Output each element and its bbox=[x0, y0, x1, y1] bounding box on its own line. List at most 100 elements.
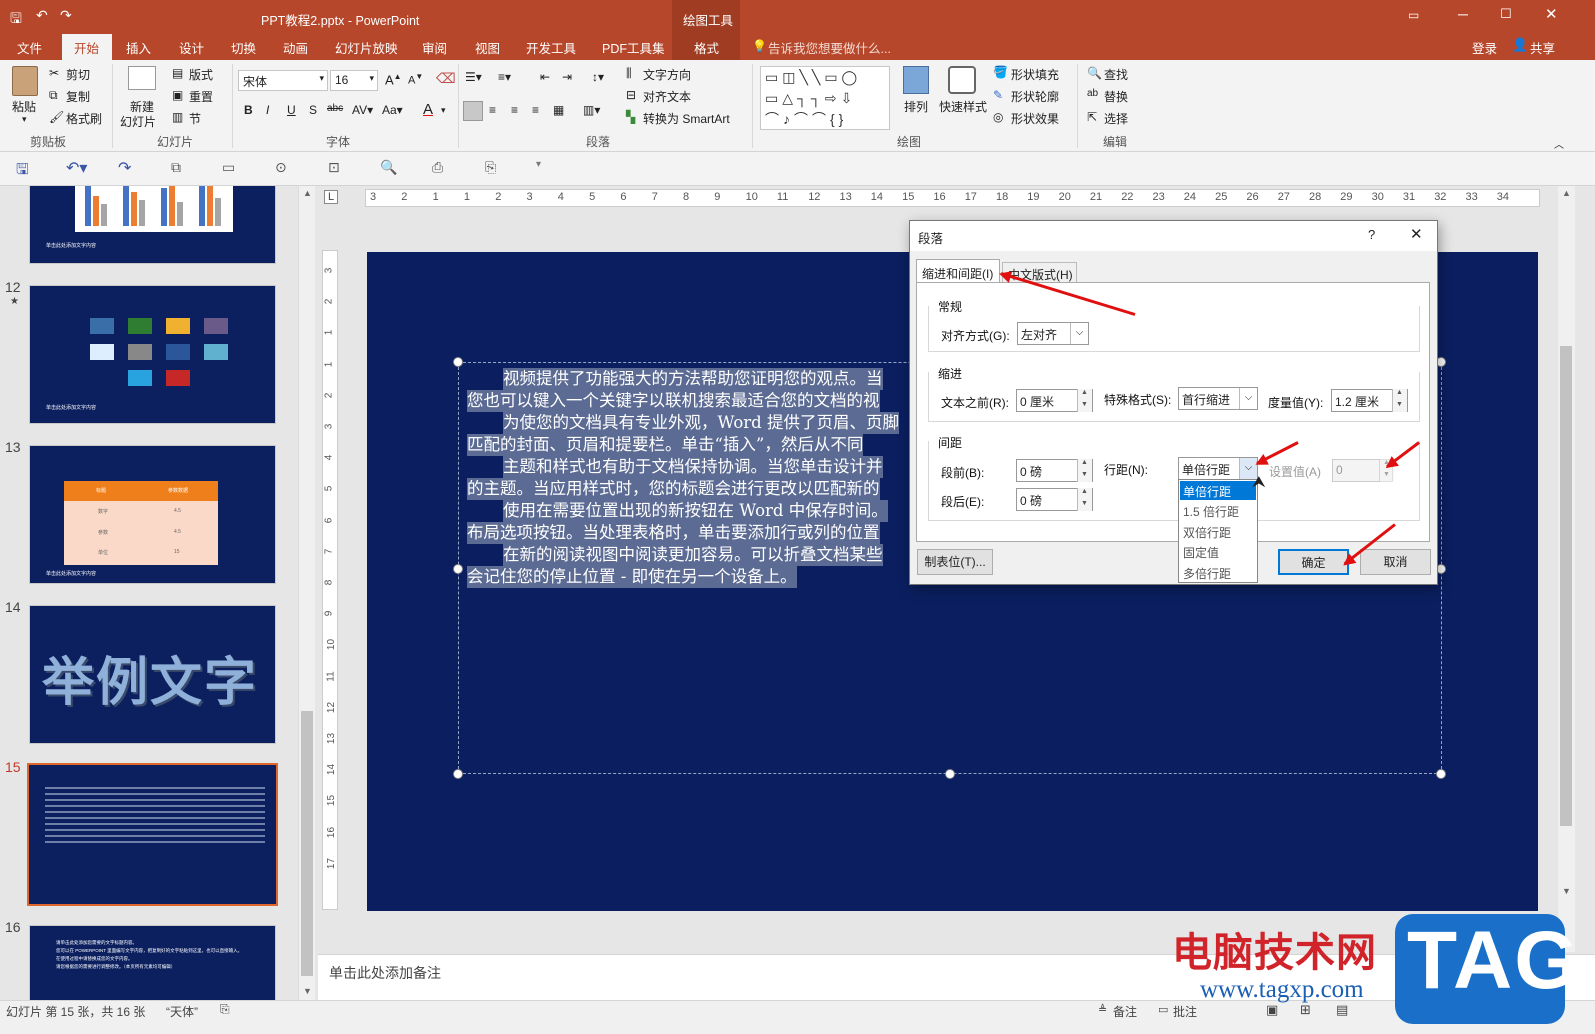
new-slide-icon[interactable] bbox=[128, 66, 156, 90]
slide-text-line[interactable]: 为使您的文档具有专业外观，Word 提供了页眉、页脚 bbox=[503, 412, 899, 434]
tab-design[interactable]: 设计 bbox=[179, 38, 204, 57]
scrollbar-thumb[interactable] bbox=[301, 711, 313, 976]
close-icon[interactable]: ✕ bbox=[1545, 5, 1558, 23]
slide-thumbnail-15-selected[interactable] bbox=[27, 763, 278, 906]
justify-icon[interactable]: ≡ bbox=[532, 103, 539, 117]
paste-icon[interactable] bbox=[12, 66, 38, 96]
slide-thumbnail-13[interactable]: 标题 参数数据 数字 4.5 参数 4.5 单位 15 单击此处添加文字内容 bbox=[29, 445, 276, 584]
tab-slideshow[interactable]: 幻灯片放映 bbox=[335, 38, 398, 57]
editor-scrollbar[interactable]: ▲ ▼ bbox=[1558, 186, 1575, 952]
slide-thumbnail-11[interactable]: 单击此处添加文字内容 bbox=[29, 186, 276, 264]
scroll-up-icon[interactable]: ▲ bbox=[1562, 188, 1571, 198]
redo-icon[interactable]: ↷ bbox=[60, 7, 72, 24]
tab-file[interactable]: 文件 bbox=[17, 38, 42, 57]
strikethrough-icon[interactable]: abc bbox=[327, 103, 343, 114]
align-left-icon[interactable] bbox=[463, 101, 483, 121]
resize-handle[interactable] bbox=[453, 357, 463, 367]
ok-button[interactable]: 确定 bbox=[1278, 549, 1349, 575]
smartart-button[interactable]: 转换为 SmartArt bbox=[643, 110, 730, 127]
after-spacing-spinner[interactable] bbox=[1077, 488, 1092, 511]
bullets-icon[interactable]: ☰▾ bbox=[465, 70, 482, 84]
customize-qat-icon[interactable]: ▾ bbox=[536, 159, 541, 170]
slide-text-line[interactable]: 布局选项按钮。当处理表格时，单击要添加行或列的位置 bbox=[467, 522, 880, 544]
minimize-icon[interactable]: ─ bbox=[1458, 6, 1468, 22]
new-slide-label-2[interactable]: 幻灯片 bbox=[120, 113, 156, 130]
font-color-dropdown-icon[interactable]: ▾ bbox=[441, 105, 446, 116]
select-button[interactable]: 选择 bbox=[1104, 110, 1128, 127]
notes-placeholder[interactable]: 单击此处添加备注 bbox=[329, 963, 441, 983]
copy-button[interactable]: 复制 bbox=[66, 88, 90, 105]
quick-styles-button[interactable]: 快速样式 bbox=[939, 98, 987, 115]
underline-icon[interactable]: U bbox=[287, 103, 296, 117]
line-spacing-option-single[interactable]: 单倍行距 bbox=[1180, 481, 1256, 500]
undo-icon[interactable]: ↶ bbox=[36, 7, 48, 24]
numbering-icon[interactable]: ≡▾ bbox=[498, 70, 511, 84]
cut-button[interactable]: 剪切 bbox=[66, 66, 90, 83]
share-button[interactable]: 共享 bbox=[1530, 38, 1555, 57]
by-spinner[interactable] bbox=[1392, 389, 1407, 412]
tab-home[interactable]: 开始 bbox=[74, 38, 99, 57]
tab-insert[interactable]: 插入 bbox=[126, 38, 151, 57]
arrange-icon[interactable] bbox=[903, 66, 929, 94]
preview-icon[interactable]: 🔍 bbox=[380, 159, 397, 176]
slide-thumbnail-12[interactable]: 单击此处添加文字内容 bbox=[29, 285, 276, 424]
tab-format[interactable]: 格式 bbox=[694, 38, 719, 57]
section-button[interactable]: 节 bbox=[189, 110, 201, 127]
spellcheck-icon[interactable]: ⎘ bbox=[220, 1002, 230, 1017]
resize-handle[interactable] bbox=[945, 769, 955, 779]
arrange-button[interactable]: 排列 bbox=[904, 98, 928, 115]
quick-styles-icon[interactable] bbox=[948, 66, 976, 94]
shadow-icon[interactable]: S bbox=[309, 103, 317, 117]
slide-text-line[interactable]: 视频提供了功能强大的方法帮助您证明您的观点。当 bbox=[503, 368, 883, 390]
undo-icon[interactable]: ↶▾ bbox=[66, 158, 87, 178]
maximize-icon[interactable]: ☐ bbox=[1500, 6, 1512, 22]
paste-dropdown-icon[interactable]: ▾ bbox=[22, 114, 27, 125]
cancel-button[interactable]: 取消 bbox=[1360, 549, 1431, 575]
before-spacing-spinner[interactable] bbox=[1077, 459, 1092, 482]
layout-button[interactable]: 版式 bbox=[189, 66, 213, 83]
shape-fill-button[interactable]: 形状填充 bbox=[1011, 66, 1059, 83]
tab-animations[interactable]: 动画 bbox=[283, 38, 308, 57]
slide-text-line[interactable]: 主题和样式也有助于文档保持协调。当您单击设计并 bbox=[503, 456, 883, 478]
slideshow-icon[interactable]: ⊙ bbox=[275, 159, 287, 176]
format-painter-button[interactable]: 格式刷 bbox=[66, 110, 102, 127]
tell-me-input[interactable]: 告诉我您想要做什么... bbox=[768, 38, 891, 57]
shrink-font-icon[interactable]: A▼ bbox=[408, 72, 423, 87]
font-size-combo[interactable]: 16 ▾ bbox=[330, 70, 378, 91]
clear-format-icon[interactable]: ⌫ bbox=[436, 70, 456, 87]
save-icon[interactable]: 🖫 bbox=[16, 159, 29, 184]
scroll-up-icon[interactable]: ▲ bbox=[303, 188, 312, 198]
slide-text-line[interactable]: 在新的阅读视图中阅读更加容易。可以折叠文档某些 bbox=[503, 544, 883, 566]
tab-pdf[interactable]: PDF工具集 bbox=[602, 38, 665, 57]
bold-icon[interactable]: B bbox=[244, 103, 253, 117]
login-link[interactable]: 登录 bbox=[1472, 38, 1497, 57]
resize-handle[interactable] bbox=[1436, 769, 1446, 779]
tab-indent-spacing[interactable]: 缩进和间距(I) bbox=[916, 259, 1000, 283]
tab-selector-icon[interactable]: L bbox=[324, 190, 338, 204]
find-button[interactable]: 查找 bbox=[1104, 66, 1128, 83]
slide-text-line[interactable]: 的主题。当应用样式时，您的标题会进行更改以匹配新的 bbox=[467, 478, 880, 500]
shape-effects-button[interactable]: 形状效果 bbox=[1011, 110, 1059, 127]
tab-transitions[interactable]: 切换 bbox=[231, 38, 256, 57]
font-color-icon[interactable]: A bbox=[423, 101, 433, 118]
line-spacing-option-multiple[interactable]: 多倍行距 bbox=[1180, 563, 1256, 582]
resize-handle[interactable] bbox=[453, 769, 463, 779]
present-icon[interactable]: ⊡ bbox=[328, 159, 340, 176]
char-spacing-icon[interactable]: AV▾ bbox=[352, 103, 373, 117]
replace-button[interactable]: 替换 bbox=[1104, 88, 1128, 105]
dialog-close-icon[interactable]: ✕ bbox=[1410, 225, 1423, 243]
pdf-icon[interactable]: ⎘ bbox=[485, 159, 496, 176]
export-icon[interactable]: ⎙ bbox=[432, 159, 443, 176]
shapes-gallery[interactable]: ▭◫╲╲▭◯ ▭△┐┐⇨⇩ ⌒♪⌒⌒{} bbox=[760, 66, 890, 130]
line-spacing-icon[interactable]: ↕▾ bbox=[592, 70, 604, 84]
reset-button[interactable]: 重置 bbox=[189, 88, 213, 105]
tabs-button[interactable]: 制表位(T)... bbox=[917, 549, 993, 575]
align-text-button[interactable]: 对齐文本 bbox=[643, 88, 691, 105]
scroll-down-icon[interactable]: ▼ bbox=[1562, 886, 1571, 896]
change-case-icon[interactable]: Aa▾ bbox=[382, 103, 403, 117]
tab-view[interactable]: 视图 bbox=[475, 38, 500, 57]
notes-toggle-button[interactable]: 备注 bbox=[1113, 1003, 1137, 1020]
before-text-spinner[interactable] bbox=[1077, 389, 1092, 412]
align-right-icon[interactable]: ≡ bbox=[511, 103, 518, 117]
redo-icon[interactable]: ↷ bbox=[118, 158, 131, 178]
